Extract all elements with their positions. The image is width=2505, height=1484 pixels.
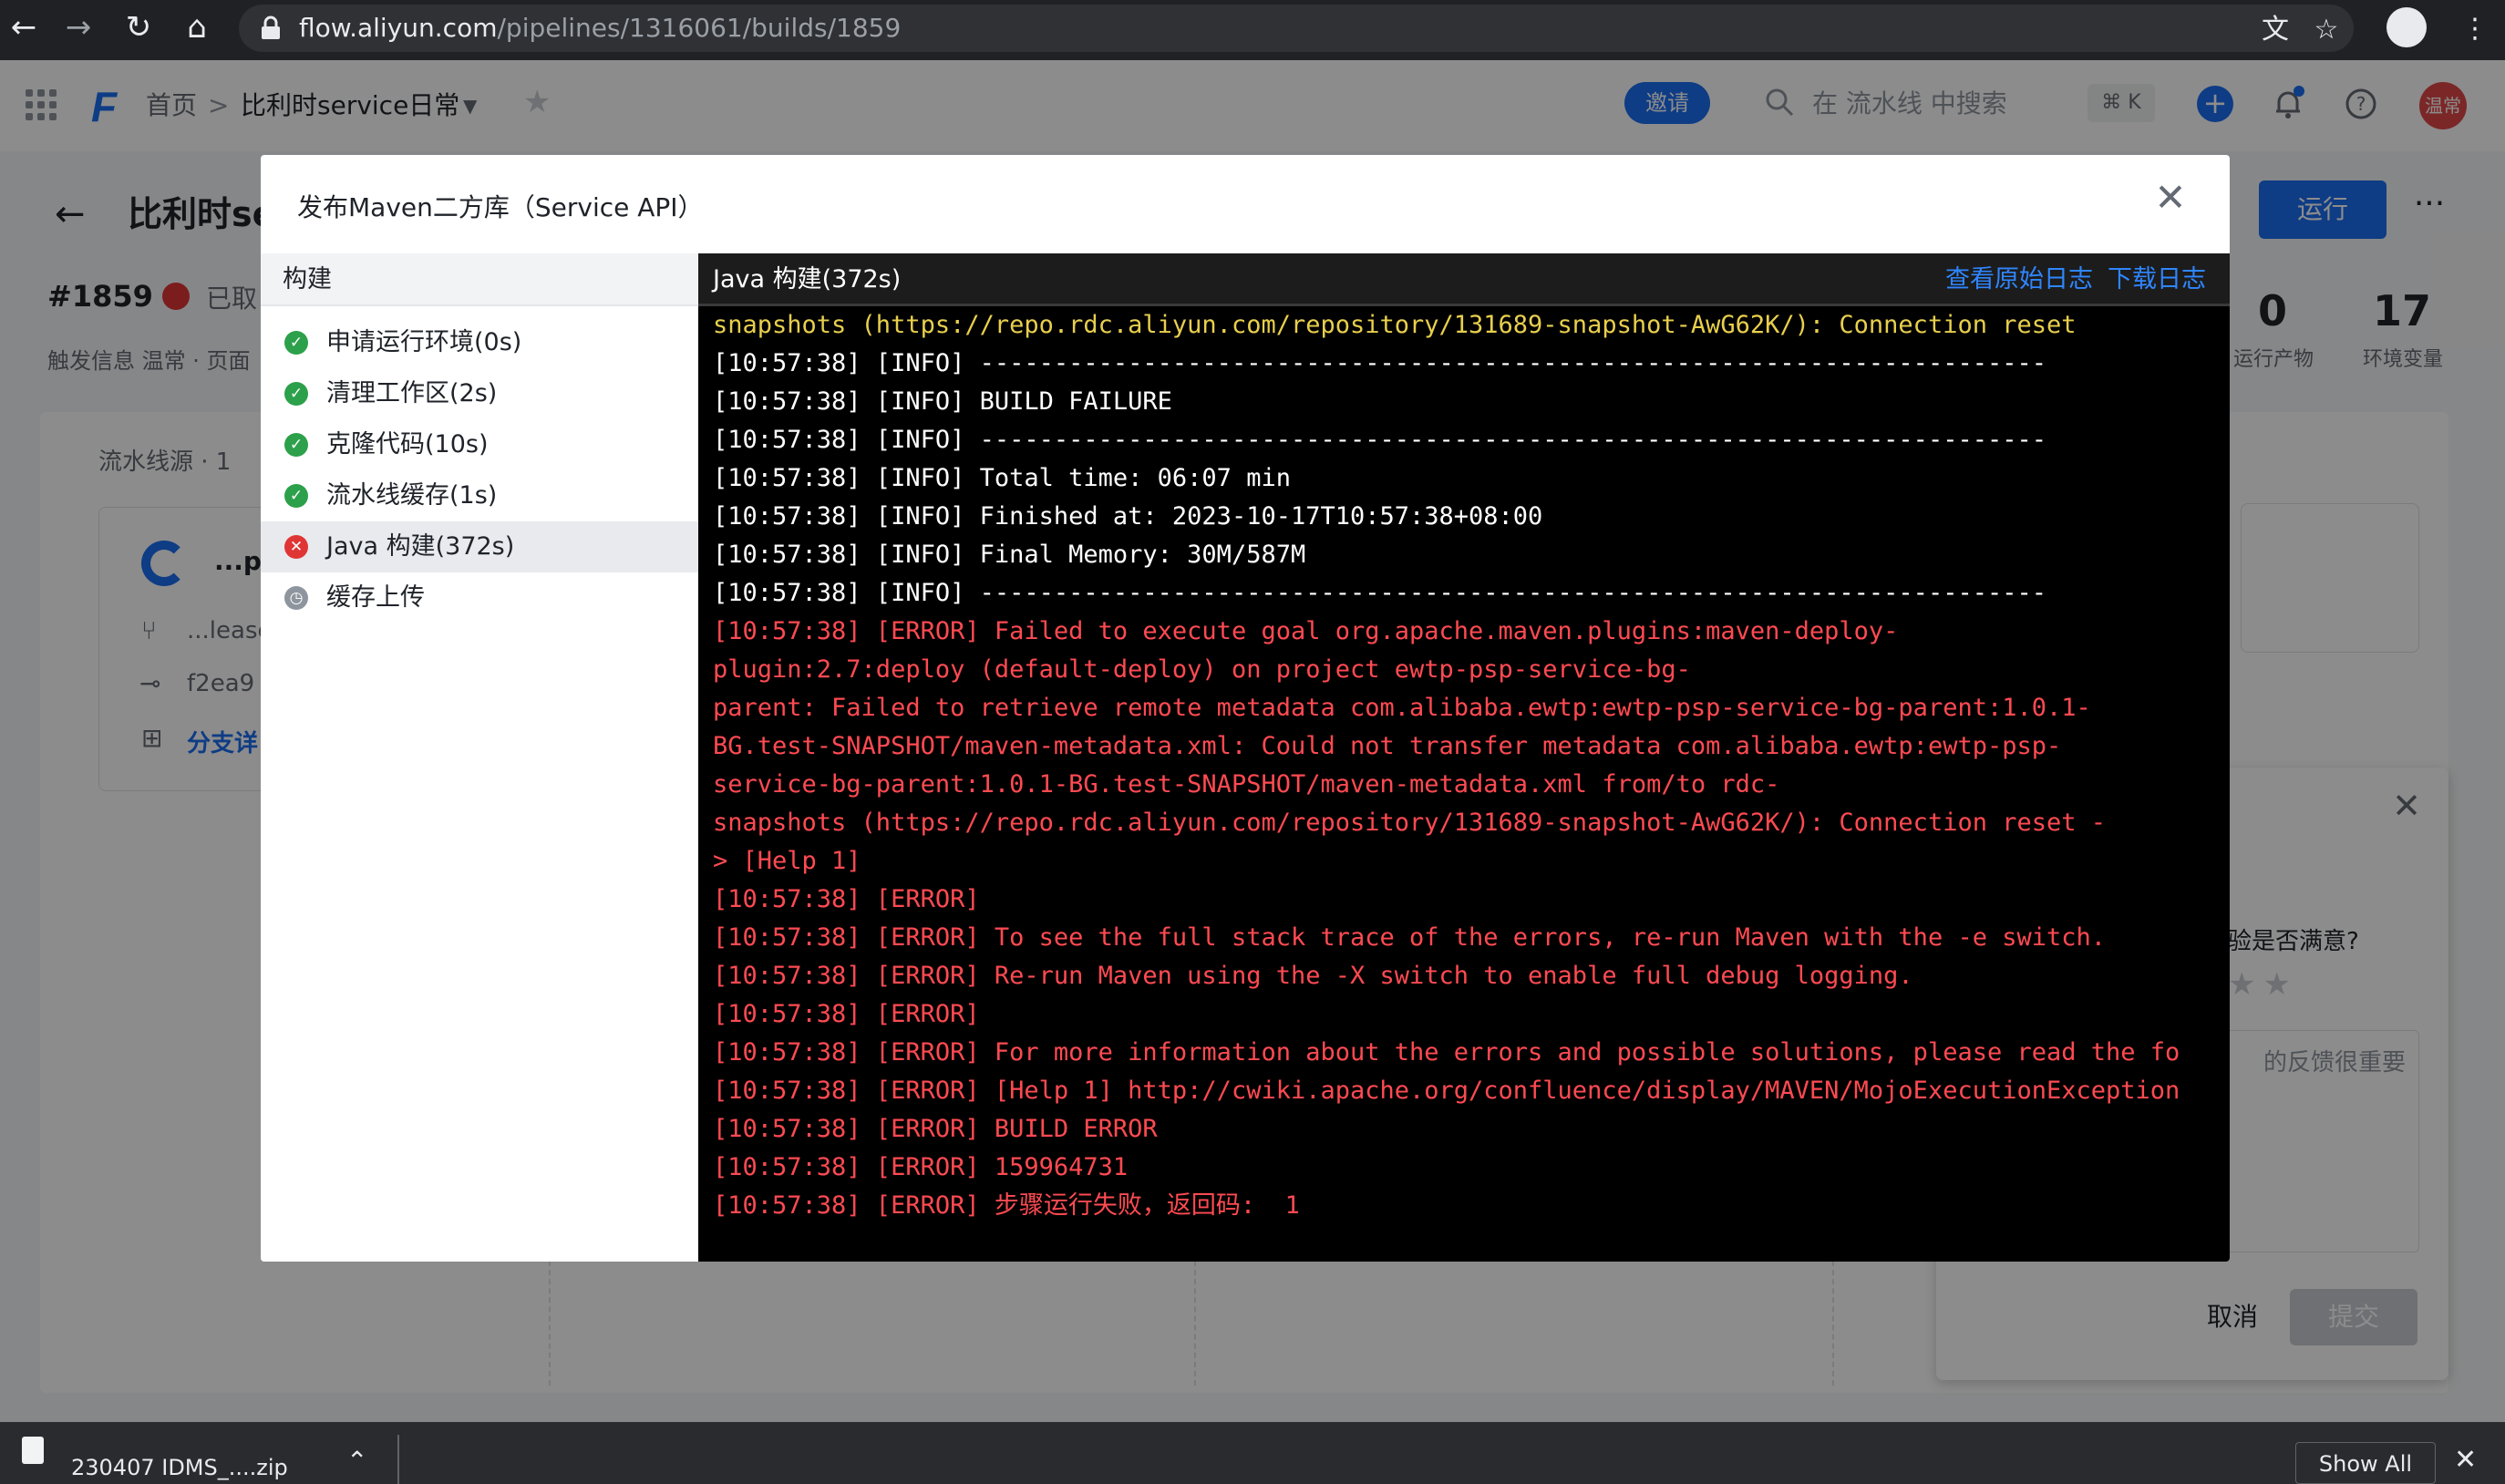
log-line: [10:57:38] [INFO] Finished at: 2023-10-1… — [713, 502, 1543, 531]
lock-icon — [262, 15, 280, 39]
browser-toolbar: ← → ↻ ⌂ flow.aliyun.com/pipelines/131606… — [0, 0, 2505, 60]
log-line: [10:57:38] [ERROR] [Help 1] http://cwiki… — [713, 1077, 2180, 1105]
modal-title: 发布Maven二方库（Service API） — [297, 192, 704, 222]
step-label: 缓存上传 — [326, 583, 425, 612]
address-bar[interactable]: flow.aliyun.com/pipelines/1316061/builds… — [239, 5, 2354, 52]
check-circle-icon: ✓ — [284, 484, 308, 508]
error-circle-icon: ✕ — [284, 535, 308, 559]
log-modal: 发布Maven二方库（Service API） ✕ 构建 ✓ 申请运行环境(0s… — [261, 155, 2230, 1262]
step-label: 流水线缓存(1s) — [326, 481, 498, 510]
step-item[interactable]: ✓ 克隆代码(10s) — [261, 419, 698, 470]
home-icon[interactable]: ⌂ — [177, 7, 217, 47]
log-line: [10:57:38] [ERROR] — [713, 885, 980, 913]
log-line: [10:57:38] [ERROR] BUILD ERROR — [713, 1115, 1158, 1143]
download-log-link[interactable]: 下载日志 — [2108, 253, 2206, 306]
log-line: [10:57:38] [INFO] Total time: 06:07 min — [713, 464, 1291, 492]
log-line: snapshots (https://repo.rdc.aliyun.com/r… — [713, 311, 2077, 339]
log-title: Java 构建(372s) — [713, 265, 902, 294]
step-item-active[interactable]: ✕ Java 构建(372s) — [261, 521, 698, 572]
log-line: [10:57:38] [INFO] ----------------------… — [713, 426, 2046, 454]
step-label: 克隆代码(10s) — [326, 430, 489, 459]
chevron-up-icon[interactable]: ⌃ — [346, 1446, 367, 1476]
step-item[interactable]: ✓ 流水线缓存(1s) — [261, 470, 698, 521]
log-line: > [Help 1] — [713, 847, 861, 875]
log-line: [10:57:38] [ERROR] For more information … — [713, 1038, 2180, 1067]
close-icon[interactable]: ✕ — [2454, 1444, 2477, 1476]
step-item[interactable]: ✓ 清理工作区(2s) — [261, 368, 698, 419]
log-line: BG.test-SNAPSHOT/maven-metadata.xml: Cou… — [713, 732, 2062, 760]
show-all-button[interactable]: Show All — [2295, 1442, 2436, 1484]
log-line: [10:57:38] [ERROR] 步骤运行失败，返回码: 1 — [713, 1191, 1300, 1220]
log-line: [10:57:38] [ERROR] 159964731 — [713, 1153, 1129, 1181]
profile-icon[interactable] — [2386, 7, 2427, 47]
log-line: [10:57:38] [ERROR] Re-run Maven using th… — [713, 962, 1913, 990]
log-line: [10:57:38] [ERROR] — [713, 1000, 980, 1028]
download-file-name[interactable]: 230407 IDMS_....zip — [71, 1455, 288, 1480]
step-list: 构建 ✓ 申请运行环境(0s) ✓ 清理工作区(2s) ✓ 克隆代码(10s) … — [261, 253, 698, 1262]
view-raw-log-link[interactable]: 查看原始日志 — [1945, 253, 2093, 306]
log-line: [10:57:38] [INFO] BUILD FAILURE — [713, 387, 1172, 416]
log-line: [10:57:38] [INFO] ----------------------… — [713, 579, 2046, 607]
log-header: Java 构建(372s) 查看原始日志 下载日志 — [698, 253, 2230, 306]
check-circle-icon: ✓ — [284, 382, 308, 406]
step-label: 申请运行环境(0s) — [326, 328, 522, 356]
log-line: [10:57:38] [INFO] ----------------------… — [713, 349, 2046, 377]
back-arrow-icon[interactable]: ← — [4, 7, 44, 47]
translate-icon[interactable]: 文 — [2257, 12, 2294, 48]
log-content: snapshots (https://repo.rdc.aliyun.com/r… — [713, 306, 2230, 1225]
log-line: service-bg-parent:1.0.1-BG.test-SNAPSHOT… — [713, 770, 1780, 799]
divider — [397, 1435, 399, 1484]
step-label: Java 构建(372s) — [326, 532, 515, 561]
browser-menu-icon[interactable]: ⋮ — [2461, 9, 2489, 49]
log-line: [10:57:38] [INFO] Final Memory: 30M/587M — [713, 541, 1306, 569]
step-item[interactable]: ✓ 申请运行环境(0s) — [261, 317, 698, 368]
url-text: flow.aliyun.com/pipelines/1316061/builds… — [299, 13, 902, 43]
log-line: [10:57:38] [ERROR] Failed to execute goa… — [713, 617, 1899, 645]
bookmark-star-icon[interactable]: ☆ — [2308, 12, 2345, 48]
step-label: 清理工作区(2s) — [326, 379, 498, 407]
step-item[interactable]: ◷ 缓存上传 — [261, 572, 698, 623]
reload-icon[interactable]: ↻ — [119, 7, 159, 47]
download-shelf: 230407 IDMS_....zip ⌃ Show All ✕ — [0, 1422, 2505, 1484]
clock-icon: ◷ — [284, 586, 308, 610]
log-line: plugin:2.7:deploy (default-deploy) on pr… — [713, 655, 1691, 684]
log-line: [10:57:38] [ERROR] To see the full stack… — [713, 923, 2107, 952]
log-viewer[interactable]: Java 构建(372s) 查看原始日志 下载日志 snapshots (htt… — [698, 253, 2230, 1262]
file-icon — [22, 1437, 44, 1464]
step-list-header: 构建 — [261, 253, 698, 306]
close-icon[interactable]: ✕ — [2148, 175, 2193, 221]
log-line: snapshots (https://repo.rdc.aliyun.com/r… — [713, 809, 2107, 837]
forward-arrow-icon[interactable]: → — [58, 7, 98, 47]
check-circle-icon: ✓ — [284, 433, 308, 457]
log-line: parent: Failed to retrieve remote metada… — [713, 694, 2091, 722]
check-circle-icon: ✓ — [284, 331, 308, 355]
